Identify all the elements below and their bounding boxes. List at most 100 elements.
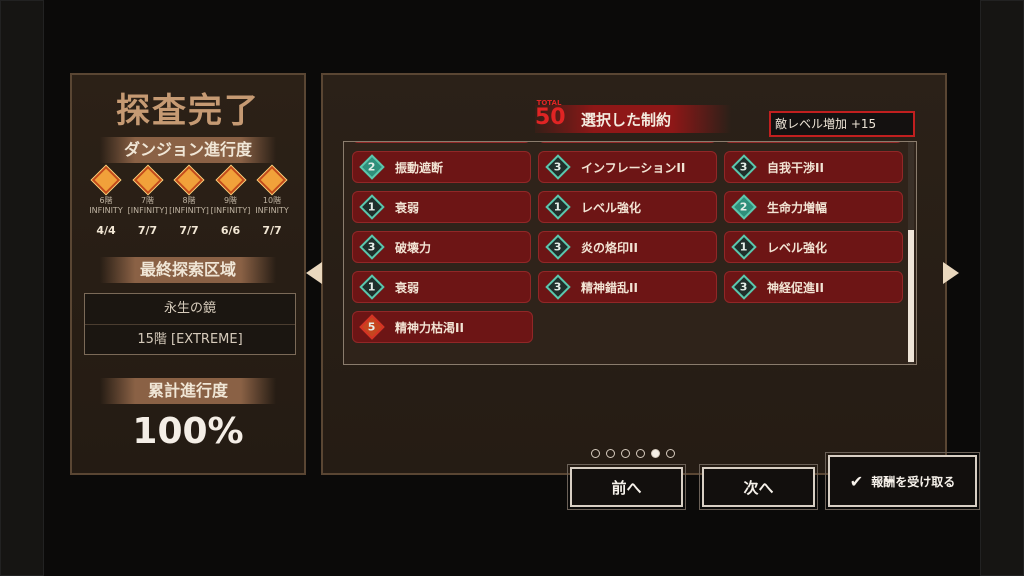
total-progress-value: 100%: [132, 411, 244, 452]
floor-mode: [INFINITY]: [169, 206, 209, 215]
constraint-name: 精神力枯渇II: [395, 320, 464, 335]
last-area-box: 永生の鏡 15階 [EXTREME]: [84, 293, 296, 355]
floor-badge-icon: [91, 165, 121, 195]
right-frame: [980, 0, 1024, 576]
level-diamond-icon: 3: [545, 234, 571, 260]
floor-item: 6階 INFINITY 4/4: [86, 165, 126, 237]
constraint-card[interactable]: 1 衰弱: [352, 271, 531, 303]
enemy-level-box: 敵レベル増加 +15: [769, 111, 915, 137]
prev-page-arrow-icon[interactable]: [306, 262, 322, 284]
floor-count: 7/7: [137, 224, 158, 237]
level-diamond-icon: 3: [731, 274, 757, 300]
page-dot[interactable]: [651, 449, 660, 458]
floor-mode: [INFINITY]: [127, 206, 168, 215]
constraints-panel: TOTAL 50 選択した制約 敵レベル増加 +15 2 振動遮断 3 インフレーショ…: [321, 73, 947, 475]
constraint-row: 5 精神力枯渇II: [352, 311, 910, 343]
page-indicator: [591, 449, 681, 458]
constraint-level: 1: [368, 200, 376, 214]
floor-mode: [INFINITY]: [210, 206, 251, 215]
floor-count: 6/6: [220, 224, 241, 237]
constraint-row: 2 振動遮断 3 インフレーションII 3 自我干渉II: [352, 151, 910, 183]
page-dot[interactable]: [606, 449, 615, 458]
constraint-card[interactable]: [538, 142, 717, 143]
next-page-arrow-icon[interactable]: [943, 262, 959, 284]
constraint-name: 衰弱: [395, 200, 420, 215]
constraint-card[interactable]: 3 インフレーションII: [538, 151, 717, 183]
constraint-row: 1 衰弱 3 精神錯乱II 3 神経促進II: [352, 271, 910, 303]
constraint-row-hidden: [352, 142, 910, 143]
total-badge: TOTAL 50: [535, 99, 566, 130]
floor-badge-icon: [133, 165, 162, 195]
check-icon: ✔: [849, 471, 864, 491]
floor-count: 4/4: [96, 224, 116, 237]
floor-list: 6階 INFINITY 4/4 7階 [INFINITY] 7/7 8階 [INFIN…: [86, 165, 292, 237]
page-dot[interactable]: [591, 449, 600, 458]
constraint-level: 3: [554, 280, 562, 294]
constraint-list[interactable]: 2 振動遮断 3 インフレーションII 3 自我干渉II 1 衰弱 1 レベル強化 2 生命力増幅 3 破…: [343, 141, 917, 365]
claim-reward-button[interactable]: ✔ 報酬を受け取る: [825, 452, 980, 510]
prev-button[interactable]: 前へ: [567, 464, 686, 510]
floor-badge-icon: [216, 165, 245, 195]
constraint-card[interactable]: 3 自我干渉II: [724, 151, 903, 183]
level-diamond-icon: 1: [731, 234, 757, 260]
page-title: 探査完了: [116, 91, 260, 131]
constraint-card[interactable]: 2 振動遮断: [352, 151, 531, 183]
constraints-title: 選択した制約: [581, 111, 672, 129]
constraint-level: 3: [554, 240, 562, 254]
constraint-name: 衰弱: [395, 280, 420, 295]
level-diamond-icon: 3: [545, 274, 571, 300]
constraint-grid: 2 振動遮断 3 インフレーションII 3 自我干渉II 1 衰弱 1 レベル強化 2 生命力増幅 3 破…: [352, 142, 910, 351]
page-dot[interactable]: [666, 449, 675, 458]
constraint-card[interactable]: 3 破壊力: [352, 231, 531, 263]
level-diamond-icon: 2: [731, 194, 757, 220]
scrollbar-thumb[interactable]: [908, 230, 914, 362]
floor-badge-icon: [257, 165, 287, 195]
floor-count: 7/7: [179, 224, 199, 237]
page-dot[interactable]: [636, 449, 645, 458]
constraint-level: 5: [368, 320, 376, 334]
last-area-floor: 15階 [EXTREME]: [85, 324, 295, 354]
constraint-row: 1 衰弱 1 レベル強化 2 生命力増幅: [352, 191, 910, 223]
floor-name: 6階: [99, 196, 113, 205]
floor-item: 8階 [INFINITY] 7/7: [169, 165, 209, 237]
constraint-level: 3: [740, 160, 748, 174]
constraint-level: 3: [554, 160, 562, 174]
last-area-name: 永生の鏡: [163, 301, 216, 316]
constraint-card[interactable]: 5 精神力枯渇II: [352, 311, 533, 343]
constraint-card[interactable]: 1 レベル強化: [538, 191, 717, 223]
constraint-row: 3 破壊力 3 炎の烙印II 1 レベル強化: [352, 231, 910, 263]
floor-name: 7階: [140, 196, 155, 205]
next-button[interactable]: 次へ: [699, 464, 818, 510]
constraint-card[interactable]: 3 炎の烙印II: [538, 231, 717, 263]
floor-count: 7/7: [262, 224, 282, 237]
floor-mode: INFINITY: [255, 206, 289, 215]
claim-reward-label: 報酬を受け取る: [871, 474, 956, 489]
next-button-label: 次へ: [743, 478, 774, 497]
constraint-card[interactable]: 1 レベル強化: [724, 231, 903, 263]
level-diamond-icon: 3: [731, 154, 757, 180]
constraint-card[interactable]: 2 生命力増幅: [724, 191, 903, 223]
level-diamond-icon: 5: [359, 314, 385, 340]
constraint-level: 2: [740, 200, 748, 214]
floor-name: 9階: [223, 196, 238, 205]
total-badge-value: 50: [535, 105, 566, 130]
constraint-name: 精神錯乱II: [581, 280, 638, 295]
summary-panel: 探査完了 ダンジョン進行度 6階 INFINITY 4/4 7階 [INFINITY…: [70, 73, 306, 475]
level-diamond-icon: 2: [359, 154, 385, 180]
constraint-level: 3: [368, 240, 376, 254]
floor-item: 7階 [INFINITY] 7/7: [127, 165, 168, 237]
constraint-card[interactable]: 1 衰弱: [352, 191, 531, 223]
constraint-card[interactable]: 3 神経促進II: [724, 271, 903, 303]
dungeon-progress-label: ダンジョン進行度: [100, 137, 276, 163]
page-dot[interactable]: [621, 449, 630, 458]
constraint-level: 1: [740, 240, 748, 254]
constraint-card[interactable]: [352, 142, 531, 143]
constraint-card[interactable]: 3 精神錯乱II: [538, 271, 717, 303]
constraint-name: インフレーションII: [581, 160, 686, 175]
level-diamond-icon: 1: [359, 274, 385, 300]
constraint-card[interactable]: [724, 142, 903, 143]
floor-item: 9階 [INFINITY] 6/6: [210, 165, 251, 237]
prev-button-label: 前へ: [611, 478, 642, 497]
level-diamond-icon: 3: [545, 154, 571, 180]
constraint-level: 2: [368, 160, 376, 174]
